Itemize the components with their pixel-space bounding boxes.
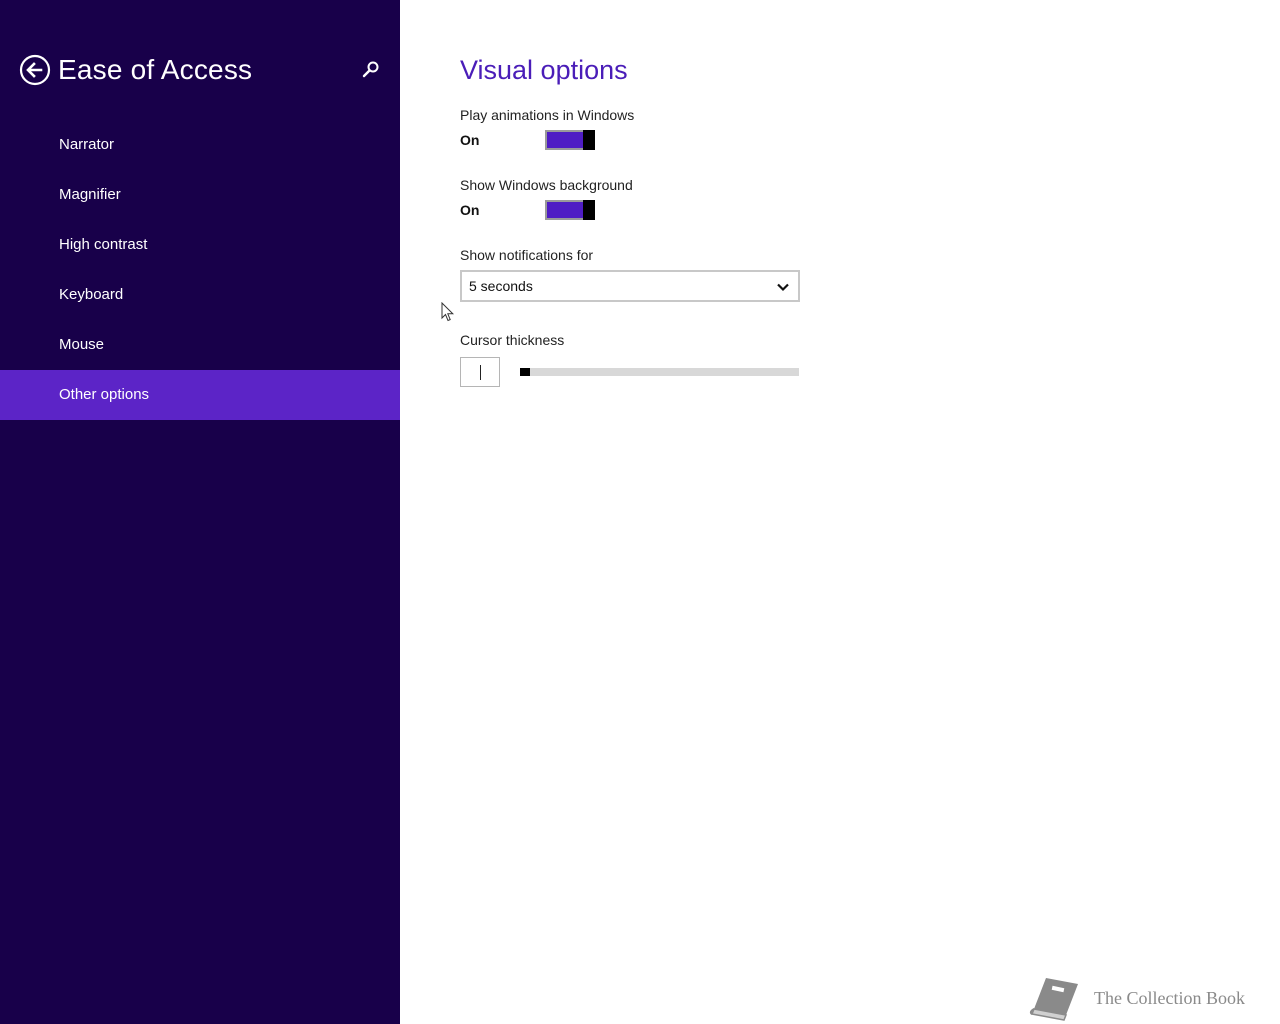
back-button[interactable] — [19, 54, 51, 86]
mouse-pointer-icon — [441, 302, 455, 322]
page-title: Visual options — [460, 55, 628, 85]
background-state: On — [460, 202, 480, 218]
toggle-fill — [547, 132, 583, 148]
back-arrow-circle-icon — [19, 54, 51, 86]
slider-track — [520, 368, 799, 376]
toggle-fill — [547, 202, 583, 218]
animations-state: On — [460, 132, 480, 148]
search-button[interactable] — [360, 59, 382, 81]
sidebar-item-high-contrast[interactable]: High contrast — [0, 220, 400, 270]
notifications-select[interactable]: 5 seconds — [460, 270, 800, 302]
watermark: The Collection Book — [1028, 975, 1268, 1023]
cursor-preview-caret — [480, 365, 481, 380]
cursor-thickness-label: Cursor thickness — [460, 332, 565, 348]
animations-toggle[interactable] — [545, 130, 595, 150]
search-icon — [362, 61, 379, 78]
sidebar-item-other-options[interactable]: Other options — [0, 370, 400, 420]
notifications-value: 5 seconds — [469, 278, 533, 294]
toggle-thumb[interactable] — [583, 200, 595, 220]
sidebar-item-narrator[interactable]: Narrator — [0, 120, 400, 170]
sidebar-item-mouse[interactable]: Mouse — [0, 320, 400, 370]
cursor-thickness-preview — [460, 357, 500, 387]
chevron-down-icon — [777, 283, 789, 292]
animations-label: Play animations in Windows — [460, 107, 635, 123]
book-icon — [1029, 978, 1078, 1021]
notifications-label: Show notifications for — [460, 247, 594, 263]
background-label: Show Windows background — [460, 177, 633, 193]
slider-thumb[interactable] — [520, 368, 530, 376]
sidebar-nav: Narrator Magnifier High contrast Keyboar… — [0, 120, 400, 420]
sidebar-item-magnifier[interactable]: Magnifier — [0, 170, 400, 220]
background-toggle[interactable] — [545, 200, 595, 220]
toggle-thumb[interactable] — [583, 130, 595, 150]
sidebar: Ease of Access Narrator Magnifier High c… — [0, 0, 400, 1024]
watermark-text: The Collection Book — [1094, 988, 1245, 1008]
sidebar-item-keyboard[interactable]: Keyboard — [0, 270, 400, 320]
cursor-thickness-slider[interactable] — [520, 366, 800, 378]
sidebar-title: Ease of Access — [58, 54, 253, 85]
